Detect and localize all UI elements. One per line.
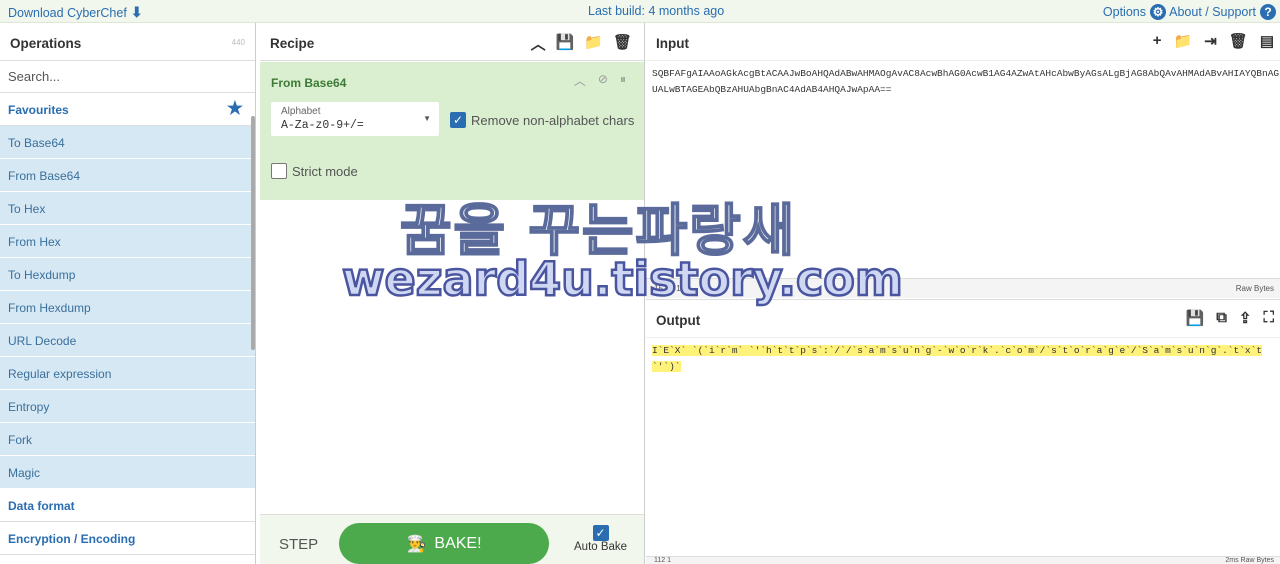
top-bar: Download CyberChef ⬇ Last build: 4 month… bbox=[0, 0, 1280, 23]
operation-title: From Base64 bbox=[271, 76, 347, 90]
op-to-base64[interactable]: To Base64 bbox=[0, 126, 255, 159]
save-icon[interactable]: 💾 bbox=[556, 33, 575, 54]
category-data-format[interactable]: Data format bbox=[0, 489, 255, 522]
op-to-hexdump[interactable]: To Hexdump bbox=[0, 258, 255, 291]
recipe-header: Recipe ︿ 💾 📁 🗑 bbox=[260, 23, 644, 61]
output-text[interactable]: I`E`X` `(`i`r`m` `'`h`t`t`p`s`:`/`/`s`a`… bbox=[652, 343, 1280, 375]
maximize-icon[interactable]: ⛶ bbox=[1263, 309, 1274, 327]
checkbox-checked-icon[interactable]: ✓ bbox=[450, 112, 466, 128]
trash-icon[interactable]: 🗑 bbox=[613, 33, 632, 54]
output-status-bar: 112 1 2ms Raw Bytes bbox=[646, 556, 1280, 564]
download-link[interactable]: Download CyberChef ⬇ bbox=[8, 4, 143, 21]
star-icon: ★ bbox=[226, 98, 243, 118]
op-to-hex[interactable]: To Hex bbox=[0, 192, 255, 225]
about-label: About / Support bbox=[1169, 5, 1256, 19]
download-icon: ⬇ bbox=[130, 4, 143, 20]
category-favourites[interactable]: Favourites ★ bbox=[0, 93, 255, 126]
input-textarea[interactable]: SQBFAFgAIAAoAGkAcgBtACAAJwBoAHQAdABwAHMA… bbox=[652, 66, 1280, 98]
save-icon[interactable]: 💾 bbox=[1186, 309, 1205, 327]
input-title: Input bbox=[656, 36, 689, 51]
op-from-hexdump[interactable]: From Hexdump bbox=[0, 291, 255, 324]
chevron-up-icon[interactable]: ︿ bbox=[574, 72, 586, 89]
alphabet-value: A-Za-z0-9+/= bbox=[281, 119, 364, 132]
operations-title: Operations bbox=[10, 36, 82, 51]
caret-down-icon: ▼ bbox=[423, 114, 431, 123]
recipe-title: Recipe bbox=[270, 36, 315, 51]
output-stats: 112 1 bbox=[654, 557, 671, 564]
tabs-icon[interactable]: ▤ bbox=[1260, 32, 1274, 50]
operations-search-input[interactable]: Search... bbox=[0, 61, 255, 93]
replace-input-icon[interactable]: ⇪ bbox=[1239, 309, 1252, 327]
chevron-up-icon[interactable]: ︿ bbox=[531, 33, 546, 54]
output-highlight: I`E`X` `(`i`r`m` `'`h`t`t`p`s`:`/`/`s`a`… bbox=[652, 345, 1262, 372]
disable-icon[interactable]: ⊘ bbox=[598, 72, 608, 89]
op-magic[interactable]: Magic bbox=[0, 456, 255, 489]
copy-icon[interactable]: ⧉ bbox=[1216, 309, 1227, 327]
bake-button[interactable]: 👨‍🍳 BAKE! bbox=[339, 523, 549, 564]
operations-header: Operations 440 bbox=[0, 23, 255, 61]
input-encoding[interactable]: Raw Bytes bbox=[1236, 284, 1274, 293]
operations-scrollbar[interactable] bbox=[251, 116, 255, 350]
help-icon: ? bbox=[1260, 4, 1276, 20]
op-url-decode[interactable]: URL Decode bbox=[0, 324, 255, 357]
folder-icon[interactable]: 📁 bbox=[584, 33, 603, 54]
op-entropy[interactable]: Entropy bbox=[0, 390, 255, 423]
about-support-link[interactable]: About / Support ? bbox=[1169, 4, 1276, 20]
recipe-operation-from-base64: From Base64 ︿ ⊘ ⏸ Alphabet A-Za-z0-9+/= … bbox=[260, 62, 644, 200]
build-info: Last build: 4 months ago bbox=[588, 4, 725, 18]
bake-bar: STEP 👨‍🍳 BAKE! ✓ Auto Bake bbox=[260, 514, 644, 564]
alphabet-select[interactable]: Alphabet A-Za-z0-9+/= ▼ bbox=[271, 102, 439, 136]
strict-mode-label: Strict mode bbox=[292, 163, 358, 179]
bake-label: BAKE! bbox=[434, 534, 482, 552]
op-from-base64[interactable]: From Base64 bbox=[0, 159, 255, 192]
chef-icon: 👨‍🍳 bbox=[406, 535, 427, 553]
output-title: Output bbox=[656, 313, 701, 328]
checkbox-unchecked-icon[interactable]: ✓ bbox=[271, 163, 287, 179]
trash-icon[interactable]: 🗑 bbox=[1229, 32, 1248, 50]
output-encoding[interactable]: 2ms Raw Bytes bbox=[1225, 557, 1274, 564]
pause-icon[interactable]: ⏸ bbox=[620, 72, 626, 89]
op-regular-expression[interactable]: Regular expression bbox=[0, 357, 255, 390]
input-output-icon[interactable]: ⇥ bbox=[1204, 32, 1217, 50]
step-button[interactable]: STEP bbox=[279, 536, 318, 553]
remove-non-alphabet-option[interactable]: ✓ Remove non-alphabet chars bbox=[450, 112, 634, 128]
op-fork[interactable]: Fork bbox=[0, 423, 255, 456]
category-label: Favourites bbox=[8, 103, 69, 117]
checkbox-checked-icon[interactable]: ✓ bbox=[592, 525, 609, 541]
folder-icon[interactable]: 📁 bbox=[1174, 32, 1193, 50]
operations-panel: Operations 440 Search... Favourites ★ To… bbox=[0, 23, 256, 564]
options-link[interactable]: Options ⚙ bbox=[1103, 4, 1166, 20]
options-label: Options bbox=[1102, 5, 1146, 19]
auto-bake-label: Auto Bake bbox=[574, 541, 628, 553]
strict-mode-option[interactable]: ✓ Strict mode bbox=[271, 163, 358, 179]
op-from-hex[interactable]: From Hex bbox=[0, 225, 255, 258]
operations-count: 440 bbox=[231, 38, 245, 47]
category-encryption-encoding[interactable]: Encryption / Encoding bbox=[0, 522, 255, 555]
alphabet-label: Alphabet bbox=[281, 106, 321, 117]
remove-non-alphabet-label: Remove non-alphabet chars bbox=[471, 112, 635, 128]
watermark-url: wezard4u.tistory.com bbox=[341, 251, 904, 308]
plus-icon[interactable]: + bbox=[1153, 32, 1162, 50]
download-label: Download CyberChef bbox=[8, 5, 127, 20]
gear-icon: ⚙ bbox=[1150, 4, 1166, 20]
input-header: Input + 📁 ⇥ 🗑 ▤ bbox=[646, 23, 1280, 61]
auto-bake-option[interactable]: ✓ Auto Bake bbox=[574, 525, 627, 553]
output-panel: Output 💾 ⧉ ⇪ ⛶ I`E`X` `(`i`r`m` `'`h`t`t… bbox=[646, 299, 1280, 557]
